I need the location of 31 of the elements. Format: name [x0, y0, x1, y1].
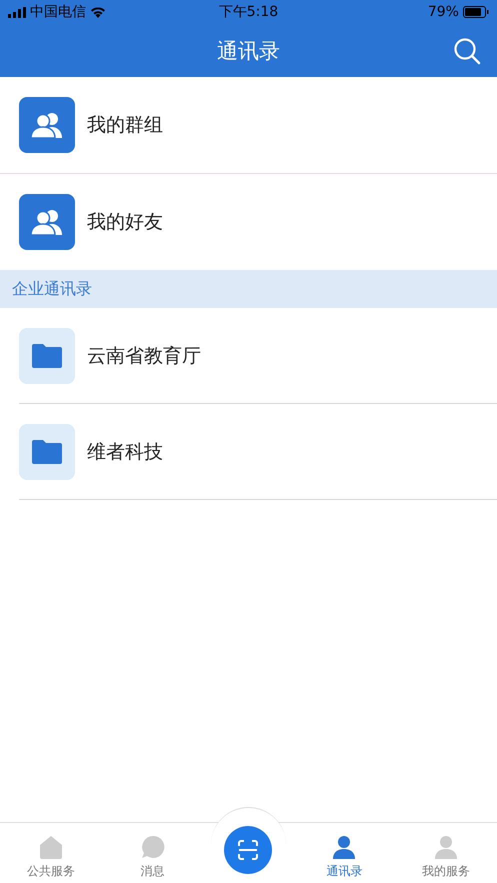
item-label: 维者科技 [87, 440, 163, 464]
tab[interactable]: 我的服务 [395, 823, 497, 883]
tab[interactable]: 消息 [102, 823, 204, 883]
item-label: 我的好友 [87, 210, 163, 235]
wifi-icon [90, 6, 106, 18]
item-label: 我的群组 [87, 113, 163, 138]
folder-icon [32, 440, 62, 464]
scan-button[interactable] [224, 826, 272, 874]
contact-list-item[interactable]: 我的好友 [0, 174, 497, 270]
battery-icon [462, 6, 489, 18]
search-icon[interactable] [453, 37, 481, 65]
person-icon [332, 835, 356, 859]
carrier-name: 中国电信 [30, 3, 86, 21]
chat-icon [140, 835, 165, 859]
contact-list-item[interactable]: 我的群组 [0, 77, 497, 174]
people-icon [30, 112, 64, 138]
clock-time: 下午5:18 [218, 3, 278, 21]
person-icon [434, 835, 458, 859]
organization-list-item[interactable]: 云南省教育厅 [19, 308, 497, 404]
battery-percent: 79% [428, 4, 459, 20]
people-icon [30, 209, 64, 235]
home-icon [38, 835, 63, 859]
organization-list-item[interactable]: 维者科技 [19, 404, 497, 500]
item-label: 云南省教育厅 [87, 344, 201, 368]
tab[interactable]: 公共服务 [0, 823, 102, 883]
section-title: 企业通讯录 [12, 278, 92, 300]
page-title: 通讯录 [217, 38, 280, 64]
scan-icon [236, 838, 260, 862]
signal-icon [8, 6, 26, 18]
folder-icon [32, 344, 62, 368]
tab[interactable]: 通讯录 [293, 823, 396, 883]
